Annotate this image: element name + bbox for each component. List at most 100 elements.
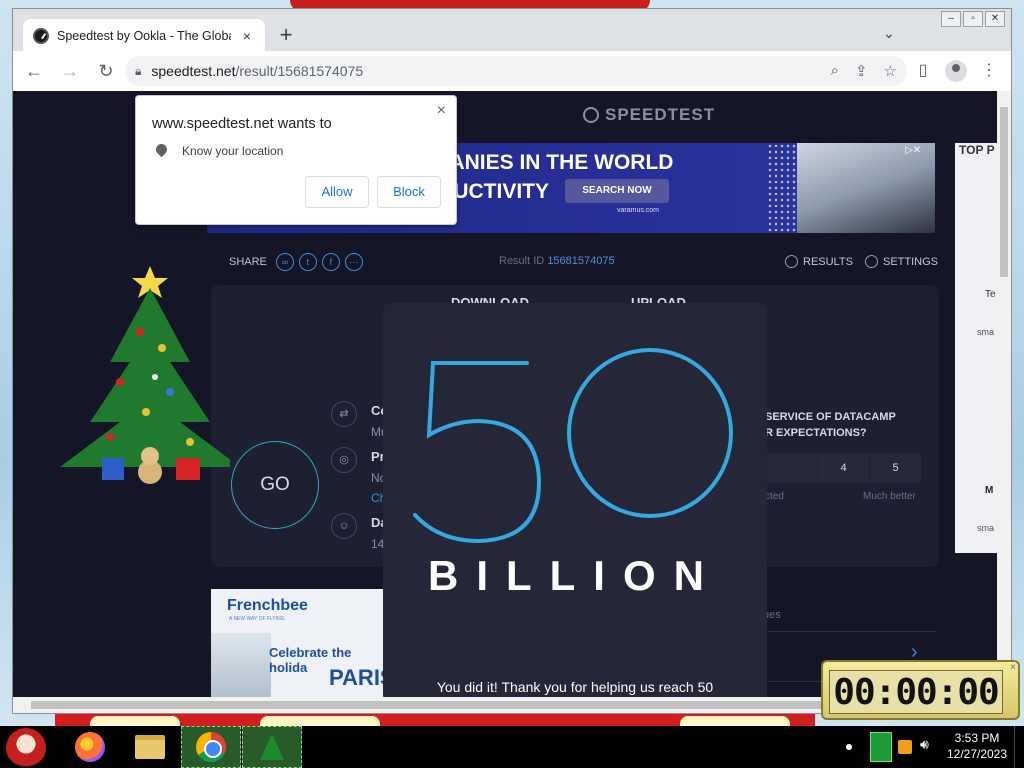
close-icon[interactable]: × [437, 102, 446, 120]
forward-icon[interactable]: → [55, 56, 85, 86]
profile-icon[interactable] [945, 60, 967, 82]
survey-question: SERVICE OF DATACAMP R EXPECTATIONS? [765, 409, 935, 441]
results-link[interactable]: RESULTS [785, 255, 853, 268]
frenchbee-logo: Frenchbee [227, 597, 308, 614]
rating-option[interactable] [765, 453, 817, 483]
minimize-button[interactable]: ‒ [941, 11, 961, 27]
check-circle-icon [785, 255, 798, 268]
close-icon[interactable]: × [1010, 662, 1016, 673]
survey-hint-left: cted [765, 491, 784, 502]
tab-close-icon[interactable]: × [239, 28, 255, 44]
facebook-icon[interactable]: f [321, 253, 340, 271]
taskbar-christmas-tree-app[interactable] [242, 726, 302, 768]
result-id-link[interactable]: 15681574075 [547, 255, 614, 267]
menu-icon[interactable]: ⋮ [977, 56, 1001, 86]
ad-close-icon[interactable]: ▷✕ [905, 145, 933, 159]
results-label: RESULTS [803, 255, 853, 268]
frenchbee-tagline: A NEW WAY OF FLYING [229, 616, 285, 622]
twitter-icon[interactable]: t [298, 253, 317, 271]
scroll-thumb[interactable] [31, 701, 861, 709]
bookmark-star-icon[interactable]: ☆ [884, 62, 897, 80]
toolbar-right: ▯ ⋮ [911, 56, 1001, 86]
back-icon[interactable]: ← [19, 56, 49, 86]
ad-photo [211, 633, 271, 697]
more-icon[interactable]: ⋯ [344, 253, 363, 271]
tab-speedtest[interactable]: Speedtest by Ookla - The Global × [23, 19, 265, 53]
allow-button[interactable]: Allow [305, 176, 369, 208]
result-id: Result ID 15681574075 [499, 255, 615, 267]
taskbar-file-explorer[interactable] [120, 726, 180, 768]
ad-banner-frenchbee[interactable]: Frenchbee A NEW WAY OF FLYING Celebrate … [211, 589, 389, 697]
ad-sidebar-text: Te [985, 289, 996, 300]
survey-question-line: SERVICE OF DATACAMP [765, 411, 896, 423]
url-path: /result/15681574075 [235, 63, 364, 79]
share-icon[interactable]: ⇪ [855, 62, 868, 80]
thanks-message: You did it! Thank you for helping us rea… [436, 679, 714, 695]
tray-flag-icon[interactable] [870, 732, 892, 762]
system-clock[interactable]: 3:53 PM 12/27/2023 [944, 730, 1010, 762]
zoom-icon[interactable]: ⌕ [831, 62, 839, 80]
share-label: SHARE [229, 256, 267, 268]
omnibox-actions: ⌕ ⇪ ☆ [831, 62, 897, 80]
start-button[interactable] [6, 728, 46, 768]
rating-option-4[interactable]: 4 [817, 453, 869, 483]
ad-sidebar-text: sma [977, 523, 995, 533]
ad-destination: PARIS [329, 665, 389, 690]
survey-question-line: R EXPECTATIONS? [765, 427, 867, 439]
ad-sidebar-title: TOP P [959, 143, 995, 157]
tray-notification-icon[interactable] [846, 744, 852, 750]
reload-icon[interactable]: ↻ [91, 56, 121, 86]
result-id-label: Result ID [499, 255, 545, 267]
rating-option-5[interactable]: 5 [869, 453, 921, 483]
scroll-thumb[interactable] [1000, 107, 1008, 277]
tab-title: Speedtest by Ookla - The Global [57, 29, 231, 43]
ad-sidebar-text: sma [977, 327, 995, 337]
window-controls: ‒ ▫ ✕ [941, 11, 1005, 27]
link-icon[interactable]: ∞ [275, 253, 294, 271]
speedtest-favicon-icon [33, 28, 49, 44]
share-row: SHARE ∞ t f ⋯ [229, 253, 363, 271]
url-host: speedtest.net [151, 63, 236, 79]
taskbar-firefox[interactable] [60, 726, 120, 768]
rating-bar: 4 5 [765, 453, 921, 483]
milestone-modal: BILLION You did it! Thank you for helpin… [383, 303, 767, 697]
ad-brand: varamus.com [617, 207, 660, 214]
close-window-button[interactable]: ✕ [985, 11, 1005, 27]
maximize-button[interactable]: ▫ [963, 11, 983, 27]
permission-title: www.speedtest.net wants to [152, 116, 332, 132]
address-bar[interactable]: 🔒︎ speedtest.net /result/15681574075 ⌕ ⇪… [125, 56, 907, 86]
survey-hint-right: Much better [863, 491, 916, 502]
lock-icon[interactable]: 🔒︎ [135, 64, 141, 79]
globe-icon: ◎ [331, 447, 357, 473]
taskbar-chrome[interactable] [181, 726, 241, 768]
new-tab-button[interactable]: + [273, 23, 299, 49]
ad-search-button[interactable]: SEARCH NOW [565, 179, 669, 203]
volume-icon[interactable]: 🔊︎ [920, 736, 929, 753]
tab-strip: Speedtest by Ookla - The Global × + ⌄ ‒ … [13, 9, 1011, 53]
block-button[interactable]: Block [377, 176, 441, 208]
go-button[interactable]: GO [231, 441, 319, 529]
taskbar: 🔊︎ 3:53 PM 12/27/2023 [0, 726, 1024, 768]
gear-icon [865, 255, 878, 268]
christmas-tree-decoration [60, 266, 230, 484]
side-panel-icon[interactable]: ▯ [911, 56, 935, 86]
brand-text: SPEEDTEST [605, 105, 716, 124]
location-permission-popup: www.speedtest.net wants to × Know your l… [135, 95, 457, 225]
billion-word: BILLION [428, 552, 722, 599]
digit-zero [567, 348, 733, 518]
tray-network-icon[interactable] [898, 740, 912, 754]
tab-search-icon[interactable]: ⌄ [883, 25, 895, 42]
countdown-timer-gadget[interactable]: 00:00:00 × [821, 660, 1020, 720]
christmas-tree-icon [260, 734, 284, 760]
folder-icon [135, 735, 165, 759]
settings-link[interactable]: SETTINGS [865, 255, 938, 268]
divider [765, 631, 937, 632]
ad-sidebar-right[interactable]: TOP P Te sma M sma [955, 143, 997, 553]
vertical-scrollbar[interactable] [997, 91, 1011, 697]
ad-headline-1: PANIES IN THE WORLD [437, 151, 674, 174]
firefox-icon [75, 732, 105, 762]
digit-five [413, 361, 542, 544]
speedtest-logo[interactable]: SPEEDTEST [583, 105, 715, 125]
location-pin-icon [153, 141, 170, 158]
show-desktop-button[interactable] [1014, 726, 1024, 768]
